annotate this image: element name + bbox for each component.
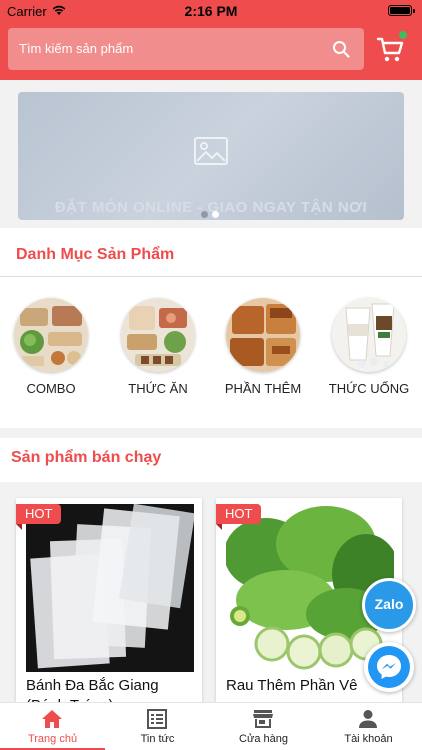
pagination-dot[interactable] (201, 211, 208, 218)
cart-badge (398, 30, 408, 40)
category-image (121, 298, 195, 372)
category-label: COMBO (26, 381, 76, 396)
nav-home[interactable]: Trang chủ (0, 703, 105, 750)
category-food[interactable]: THỨC ĂN (113, 298, 203, 396)
product-card[interactable]: HOT Bánh Đa Bắc Giang (Bánh Tráng) (16, 498, 202, 704)
battery-icon (388, 5, 415, 16)
search-input[interactable]: Tìm kiếm sản phẩm (8, 28, 364, 70)
nav-store[interactable]: Cửa hàng (211, 703, 316, 750)
status-bar: Carrier 2:16 PM (0, 0, 422, 22)
category-label: PHẦN THÊM (224, 381, 302, 396)
person-icon (359, 710, 377, 728)
divider (0, 276, 422, 277)
category-label: THỨC ĂN (128, 381, 188, 396)
hot-badge: HOT (16, 504, 62, 530)
banner-pagination (201, 205, 223, 220)
nav-label: Trang chủ (27, 733, 78, 745)
best-sellers-section: Sản phẩm bán chạy HOT Bánh Đa Bắc Giang … (0, 438, 422, 704)
search-icon[interactable] (332, 40, 350, 58)
nav-news[interactable]: Tin tức (105, 703, 210, 750)
category-image (14, 298, 88, 372)
nav-account[interactable]: Tài khoản (316, 703, 421, 750)
app-header: Tìm kiếm sản phẩm (0, 22, 422, 80)
category-image (226, 298, 300, 372)
category-image (332, 298, 406, 372)
hot-badge: HOT (216, 504, 262, 530)
cart-button[interactable] (376, 30, 408, 64)
search-placeholder: Tìm kiếm sản phẩm (19, 41, 134, 56)
category-combo[interactable]: COMBO (6, 298, 96, 396)
product-name: Bánh Đa Bắc Giang (Bánh Tráng) (26, 677, 159, 704)
banner-section: ĐẶT MÓN ONLINE - GIAO NGAY TẬN NƠI (0, 80, 422, 228)
best-sellers-title: Sản phẩm bán chạy (11, 449, 162, 466)
bottom-navigation: Trang chủ Tin tức Cửa hàng Tài khoản (0, 702, 422, 750)
nav-label: Tài khoản (344, 733, 393, 745)
zalo-icon: Zalo (374, 596, 404, 612)
zalo-chat-button[interactable]: Zalo (362, 578, 416, 632)
nav-label: Cửa hàng (239, 733, 288, 745)
home-icon (42, 710, 62, 728)
clock: 2:16 PM (184, 3, 238, 19)
promo-banner[interactable]: ĐẶT MÓN ONLINE - GIAO NGAY TẬN NƠI (18, 92, 404, 220)
image-icon (194, 137, 228, 165)
category-label: THỨC UỐNG (328, 381, 410, 396)
pagination-dot-active[interactable] (212, 211, 219, 218)
store-icon (253, 710, 273, 728)
category-drinks[interactable]: THỨC UỐNG (324, 298, 414, 396)
product-image (26, 504, 194, 672)
category-title: Danh Mục Sản Phẩm (16, 246, 175, 263)
category-extras[interactable]: PHẦN THÊM (218, 298, 308, 396)
nav-label: Tin tức (140, 733, 175, 745)
category-section: Danh Mục Sản Phẩm COMBO THỨC ĂN PHẦN THÊ… (0, 232, 422, 424)
section-gap (0, 428, 422, 438)
messenger-chat-button[interactable] (364, 642, 414, 692)
messenger-icon (377, 655, 401, 679)
news-icon (147, 709, 167, 729)
